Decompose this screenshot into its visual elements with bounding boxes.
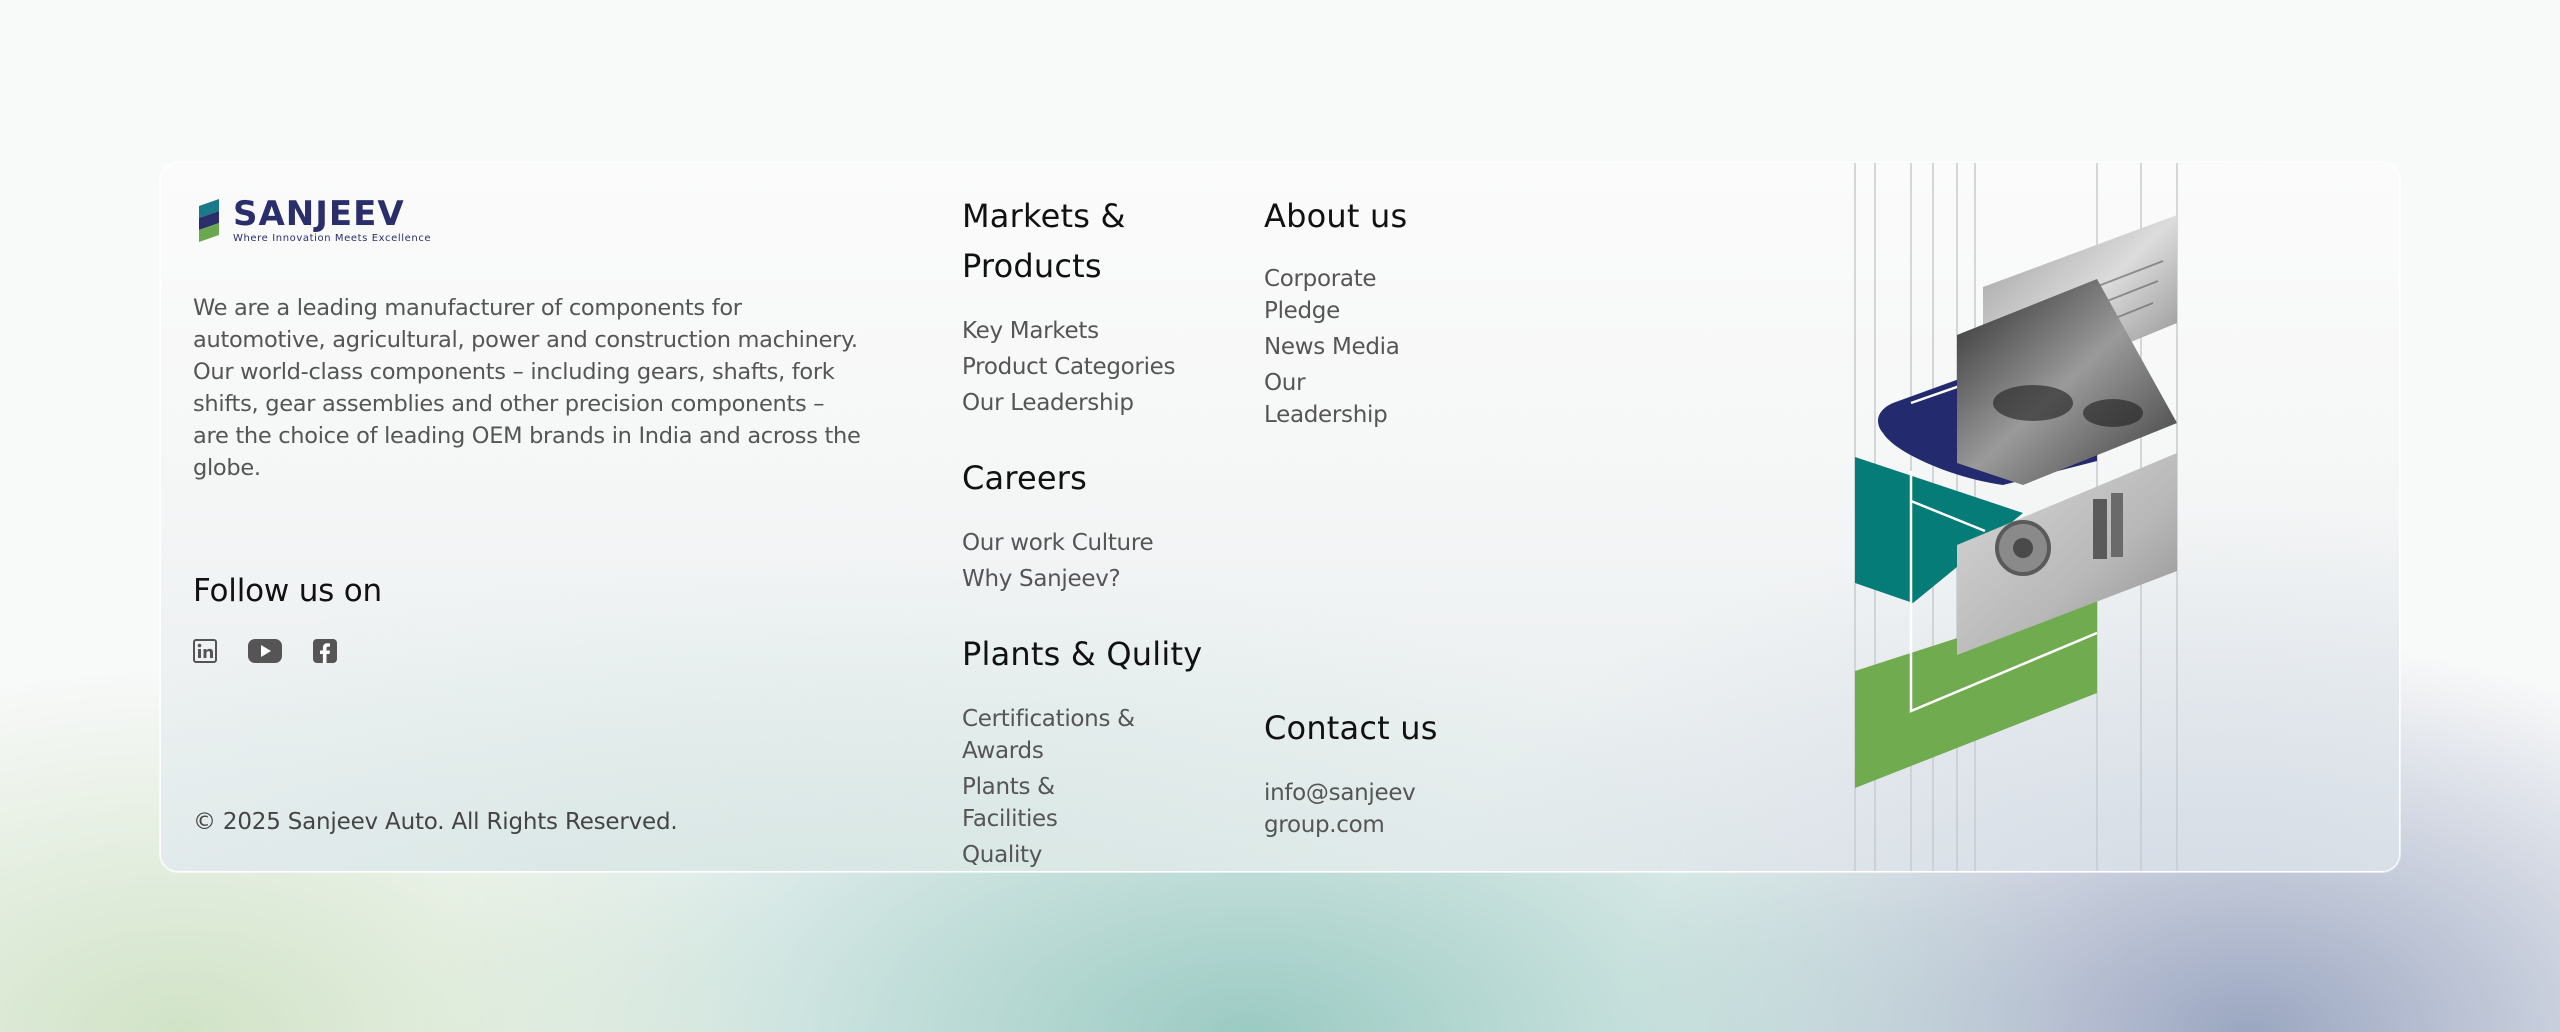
link-corporate-pledge[interactable]: Corporate Pledge	[1264, 263, 1434, 327]
youtube-icon	[248, 639, 282, 663]
link-key-markets[interactable]: Key Markets	[962, 315, 1192, 347]
brand-graphic	[1854, 163, 2178, 871]
markets-links: Key Markets Product Categories Our Leade…	[962, 315, 1192, 423]
youtube-link[interactable]	[248, 639, 282, 663]
sanjeev-logo-icon	[199, 198, 219, 242]
brand-logo[interactable]: SANJEEV Where Innovation Meets Excellenc…	[195, 197, 431, 244]
contact-email-link[interactable]: info@sanjeevgroup.com	[1264, 777, 1429, 841]
social-links	[193, 639, 368, 663]
company-description: We are a leading manufacturer of compone…	[193, 294, 861, 481]
link-about-leadership[interactable]: Our Leadership	[1264, 367, 1434, 431]
plants-links: Certifications & Awards Plants & Facilit…	[962, 703, 1142, 871]
link-work-culture[interactable]: Our work Culture	[962, 527, 1192, 559]
careers-links: Our work Culture Why Sanjeev?	[962, 527, 1192, 599]
copyright-text: © 2025 Sanjeev Auto. All Rights Reserved…	[193, 809, 678, 835]
facebook-icon	[313, 639, 337, 663]
facebook-link[interactable]	[313, 639, 337, 663]
link-quality-initiatives[interactable]: Quality Initiatives	[962, 839, 1142, 871]
about-us-heading[interactable]: About us	[1264, 191, 1464, 241]
about-links: Corporate Pledge News Media Our Leadersh…	[1264, 263, 1434, 435]
link-plants-facilities[interactable]: Plants & Facilities	[962, 771, 1142, 835]
link-news-media[interactable]: News Media	[1264, 331, 1434, 363]
markets-products-heading[interactable]: Markets & Products	[962, 191, 1162, 291]
link-why-sanjeev[interactable]: Why Sanjeev?	[962, 563, 1192, 595]
brand-name: SANJEEV	[233, 194, 405, 234]
linkedin-icon	[193, 639, 217, 663]
plants-quality-heading[interactable]: Plants & Qulity	[962, 629, 1222, 679]
footer-card: SANJEEV Where Innovation Meets Excellenc…	[160, 162, 2400, 872]
follow-us-title: Follow us on	[193, 573, 382, 609]
link-certifications-awards[interactable]: Certifications & Awards	[962, 703, 1142, 767]
link-our-leadership[interactable]: Our Leadership	[962, 387, 1192, 419]
linkedin-link[interactable]	[193, 639, 217, 663]
contact-us-heading: Contact us	[1264, 709, 1438, 747]
brand-tagline: Where Innovation Meets Excellence	[233, 233, 432, 244]
careers-heading[interactable]: Careers	[962, 453, 1192, 503]
link-product-categories[interactable]: Product Categories	[962, 351, 1192, 383]
